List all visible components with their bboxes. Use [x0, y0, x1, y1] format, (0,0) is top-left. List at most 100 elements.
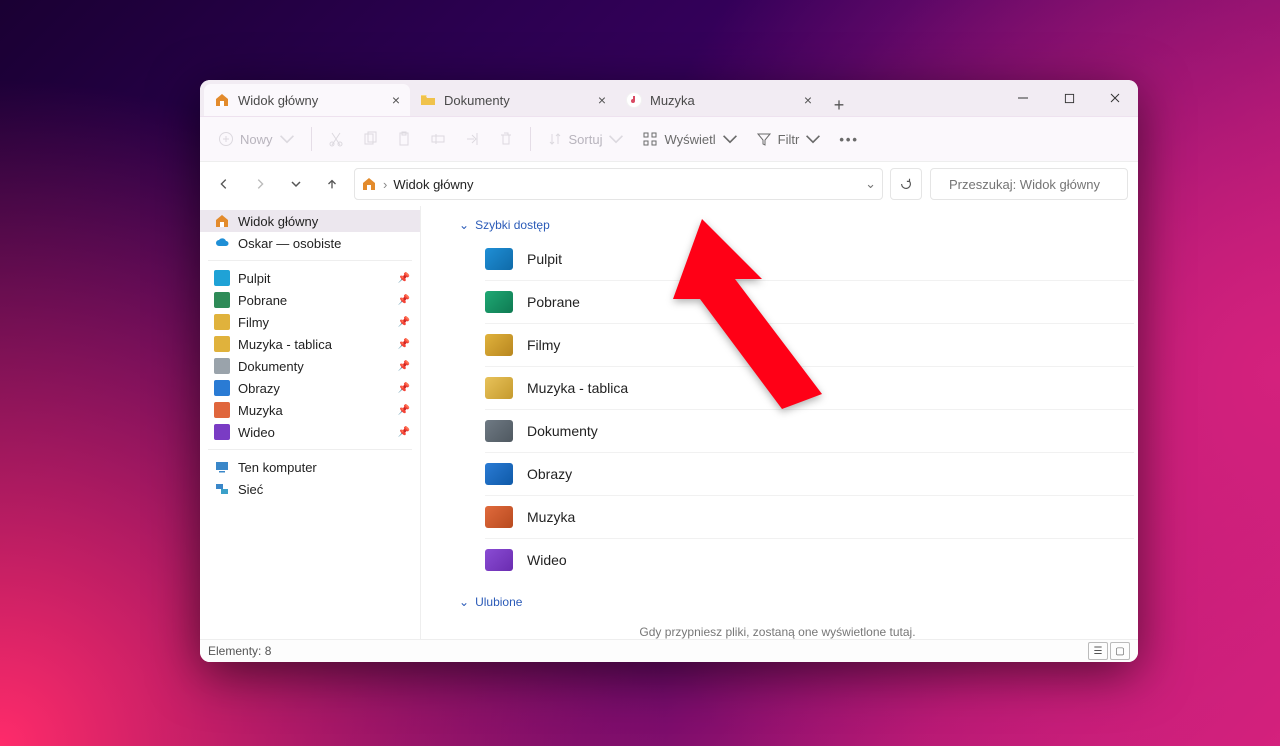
- status-item-count: Elementy: 8: [208, 644, 271, 658]
- folder-icon: [214, 292, 230, 308]
- details-view-button[interactable]: ☰: [1088, 642, 1108, 660]
- pin-icon: 📌: [398, 383, 410, 394]
- home-icon: [361, 176, 377, 192]
- pin-icon: 📌: [398, 405, 410, 416]
- breadcrumb[interactable]: › Widok główny ⌄: [354, 168, 883, 200]
- quick-access-item[interactable]: Filmy: [485, 324, 1134, 367]
- sidebar-item[interactable]: Pulpit 📌: [200, 267, 420, 289]
- close-icon[interactable]: ×: [598, 92, 606, 108]
- refresh-button[interactable]: [890, 168, 922, 200]
- group-quick-access[interactable]: ⌄ Szybki dostęp: [421, 214, 1134, 238]
- view-button[interactable]: Wyświetl: [634, 123, 745, 155]
- quick-access-item[interactable]: Pulpit: [485, 238, 1134, 281]
- back-button[interactable]: [210, 170, 238, 198]
- paste-button[interactable]: [388, 123, 420, 155]
- tab-documents[interactable]: Dokumenty ×: [410, 84, 616, 116]
- sidebar-item[interactable]: Dokumenty 📌: [200, 355, 420, 377]
- toolbar: Nowy Sortuj Wyświetl Fil: [200, 117, 1138, 162]
- new-button[interactable]: Nowy: [210, 123, 303, 155]
- breadcrumb-segment[interactable]: Widok główny: [393, 177, 473, 192]
- explorer-body: Widok główny Oskar — osobiste Pulpit 📌 P…: [200, 206, 1138, 639]
- folder-icon: [485, 377, 513, 399]
- folder-icon: [214, 402, 230, 418]
- delete-button[interactable]: [490, 123, 522, 155]
- sidebar-item-network[interactable]: Sieć: [200, 478, 420, 500]
- folder-icon: [485, 549, 513, 571]
- close-icon[interactable]: ×: [392, 92, 400, 108]
- folder-icon: [214, 358, 230, 374]
- chevron-down-icon: [608, 131, 624, 147]
- navigation-pane[interactable]: Widok główny Oskar — osobiste Pulpit 📌 P…: [200, 206, 421, 639]
- copy-button[interactable]: [354, 123, 386, 155]
- folder-icon: [485, 463, 513, 485]
- sidebar-item[interactable]: Muzyka - tablica 📌: [200, 333, 420, 355]
- tab-strip: Widok główny × Dokumenty × Muzyka ×: [200, 80, 1000, 116]
- status-bar: Elementy: 8 ☰ ▢: [200, 639, 1138, 662]
- monitor-icon: [214, 459, 230, 475]
- tab-label: Muzyka: [650, 93, 695, 108]
- folder-icon: [214, 380, 230, 396]
- sidebar-item[interactable]: Pobrane 📌: [200, 289, 420, 311]
- quick-access-item[interactable]: Muzyka: [485, 496, 1134, 539]
- forward-button[interactable]: [246, 170, 274, 198]
- maximize-button[interactable]: [1046, 80, 1092, 116]
- quick-access-item[interactable]: Muzyka - tablica: [485, 367, 1134, 410]
- sidebar-item-thispc[interactable]: Ten komputer: [200, 456, 420, 478]
- sidebar-item-onedrive[interactable]: Oskar — osobiste: [200, 232, 420, 254]
- sidebar-item[interactable]: Obrazy 📌: [200, 377, 420, 399]
- share-button[interactable]: [456, 123, 488, 155]
- content-pane[interactable]: ⌄ Szybki dostęp Pulpit Pobrane Filmy Muz…: [421, 206, 1138, 639]
- network-icon: [214, 481, 230, 497]
- tab-music[interactable]: Muzyka ×: [616, 84, 822, 116]
- desktop-background: Widok główny × Dokumenty × Muzyka ×: [0, 0, 1280, 746]
- quick-access-item[interactable]: Dokumenty: [485, 410, 1134, 453]
- view-icon: [642, 131, 658, 147]
- rename-button[interactable]: [422, 123, 454, 155]
- view-toggle: ☰ ▢: [1088, 642, 1130, 660]
- filter-button[interactable]: Filtr: [748, 123, 830, 155]
- quick-access-item[interactable]: Obrazy: [485, 453, 1134, 496]
- chevron-down-icon: ⌄: [459, 595, 469, 609]
- up-button[interactable]: [318, 170, 346, 198]
- home-icon: [214, 92, 230, 108]
- pin-icon: 📌: [398, 295, 410, 306]
- file-explorer-window: Widok główny × Dokumenty × Muzyka ×: [200, 80, 1138, 662]
- close-icon[interactable]: ×: [804, 92, 812, 108]
- pin-icon: 📌: [398, 317, 410, 328]
- chevron-down-icon: [722, 131, 738, 147]
- close-button[interactable]: [1092, 80, 1138, 116]
- window-controls: [1000, 80, 1138, 116]
- share-icon: [464, 131, 480, 147]
- chevron-down-icon[interactable]: ⌄: [865, 176, 876, 192]
- icons-view-button[interactable]: ▢: [1110, 642, 1130, 660]
- sidebar-item-home[interactable]: Widok główny: [200, 210, 420, 232]
- add-tab-button[interactable]: +: [822, 95, 856, 116]
- more-button[interactable]: •••: [831, 123, 867, 155]
- sidebar-item[interactable]: Muzyka 📌: [200, 399, 420, 421]
- search-box[interactable]: [930, 168, 1128, 200]
- quick-access-item[interactable]: Pobrane: [485, 281, 1134, 324]
- tab-home[interactable]: Widok główny ×: [204, 84, 410, 116]
- sort-button[interactable]: Sortuj: [539, 123, 633, 155]
- folder-icon: [485, 420, 513, 442]
- search-input[interactable]: [947, 176, 1127, 193]
- folder-icon: [420, 92, 436, 108]
- recent-button[interactable]: [282, 170, 310, 198]
- cut-icon: [328, 131, 344, 147]
- tab-label: Dokumenty: [444, 93, 510, 108]
- minimize-button[interactable]: [1000, 80, 1046, 116]
- chevron-down-icon: ⌄: [459, 218, 469, 232]
- folder-icon: [485, 291, 513, 313]
- titlebar: Widok główny × Dokumenty × Muzyka ×: [200, 80, 1138, 117]
- quick-access-item[interactable]: Wideo: [485, 539, 1134, 581]
- folder-icon: [214, 336, 230, 352]
- folder-icon: [485, 248, 513, 270]
- sidebar-item[interactable]: Filmy 📌: [200, 311, 420, 333]
- music-icon: [626, 92, 642, 108]
- pin-icon: 📌: [398, 361, 410, 372]
- sidebar-item[interactable]: Wideo 📌: [200, 421, 420, 443]
- sort-icon: [547, 131, 563, 147]
- cut-button[interactable]: [320, 123, 352, 155]
- group-favorites[interactable]: ⌄ Ulubione: [421, 591, 1134, 615]
- rename-icon: [430, 131, 446, 147]
